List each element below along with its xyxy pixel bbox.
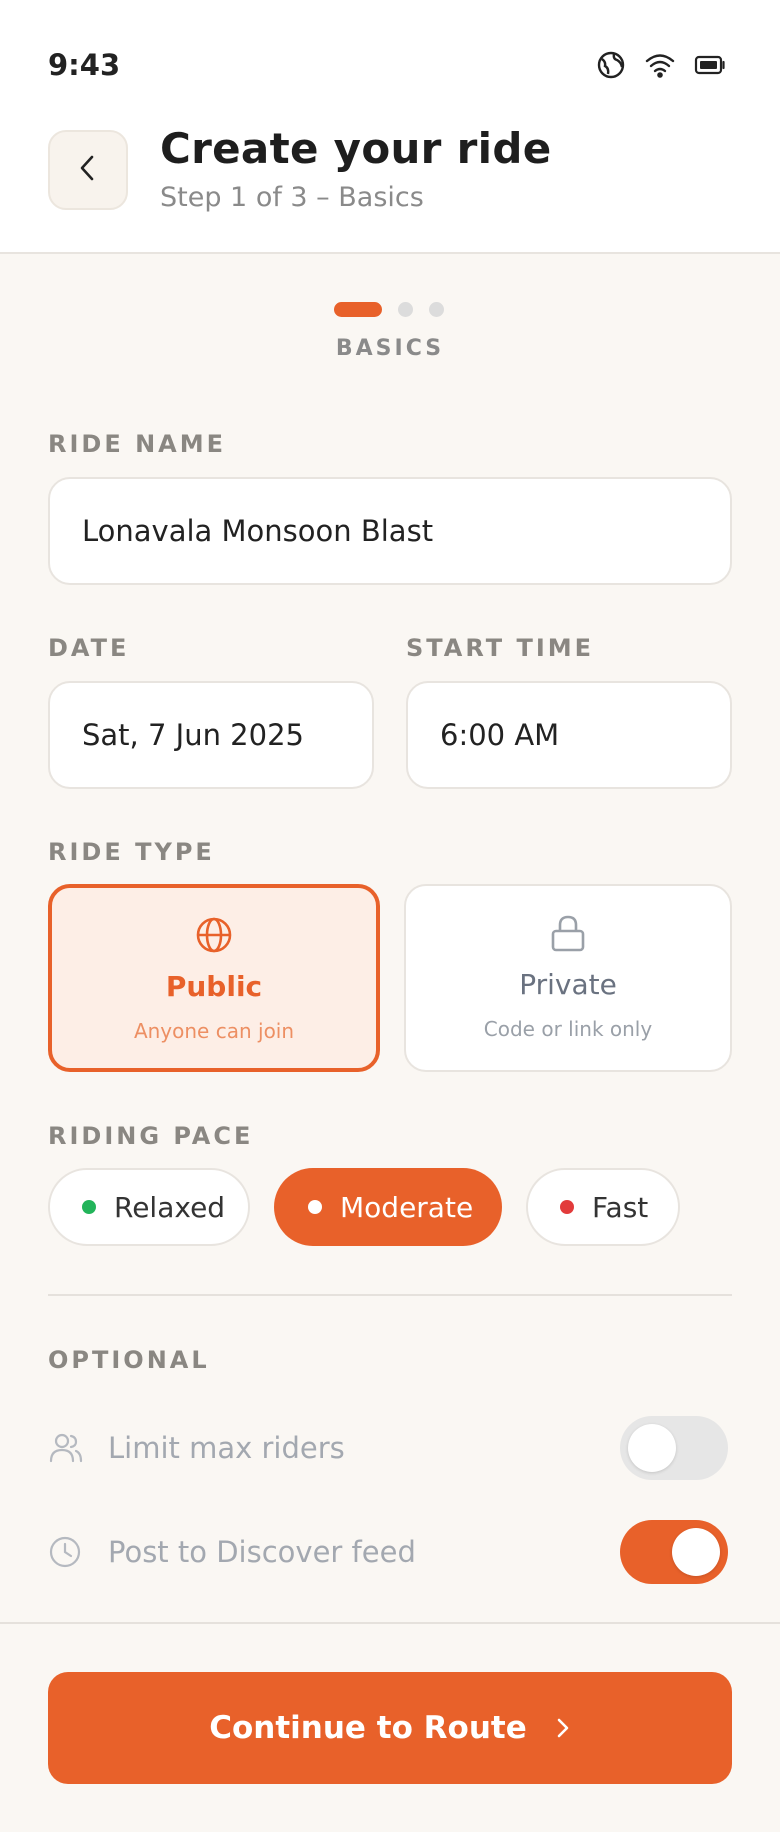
ride-name-label: RIDE NAME	[48, 430, 227, 458]
ride-type-public-name: Public	[165, 970, 263, 1003]
ride-type-private-desc: Code or link only	[483, 1017, 653, 1041]
pace-moderate-label: Moderate	[340, 1190, 474, 1224]
pace-relaxed[interactable]: Relaxed	[48, 1168, 250, 1246]
page-header: Create your ride Step 1 of 3 – Basics	[0, 110, 780, 254]
start-time-field[interactable]: 6:00 AM	[406, 681, 732, 789]
riding-pace-label: RIDING PACE	[48, 1122, 254, 1150]
globe-icon	[596, 50, 626, 80]
optional-label: OPTIONAL	[48, 1346, 210, 1374]
pace-moderate[interactable]: Moderate	[274, 1168, 502, 1246]
step-label: BASICS	[335, 336, 445, 361]
option-limit-max-riders: Limit max riders	[48, 1416, 732, 1480]
status-icons	[596, 50, 726, 80]
date-value: Sat, 7 Jun 2025	[82, 718, 304, 752]
status-bar: 9:43	[0, 0, 780, 110]
start-time-value: 6:00 AM	[440, 718, 560, 752]
globe-icon	[194, 914, 234, 956]
users-icon	[48, 1431, 86, 1465]
pace-fast-dot	[560, 1200, 574, 1214]
pace-moderate-dot	[308, 1200, 322, 1214]
step-indicator-2	[398, 302, 413, 317]
battery-icon	[694, 54, 726, 76]
limit-max-riders-toggle[interactable]	[620, 1416, 728, 1480]
ride-type-label: RIDE TYPE	[48, 838, 215, 866]
continue-button-label: Continue to Route	[209, 1710, 527, 1746]
footer: Continue to Route	[0, 1622, 780, 1832]
option-post-to-discover: Post to Discover feed	[48, 1520, 732, 1584]
option-limit-max-riders-label: Limit max riders	[108, 1431, 345, 1465]
ride-type-public-desc: Anyone can join	[133, 1019, 295, 1043]
page-title: Create your ride	[160, 124, 552, 173]
chevron-left-icon	[75, 153, 101, 187]
toggle-knob	[628, 1424, 676, 1472]
wifi-icon	[644, 52, 676, 78]
status-time: 9:43	[48, 48, 121, 82]
back-button[interactable]	[48, 130, 128, 210]
pace-fast-label: Fast	[592, 1190, 649, 1224]
date-label: DATE	[48, 634, 130, 662]
pace-relaxed-dot	[82, 1200, 96, 1214]
chevron-right-icon	[555, 1716, 571, 1740]
post-to-discover-toggle[interactable]	[620, 1520, 728, 1584]
ride-type-private-name: Private	[519, 968, 617, 1001]
step-progress	[334, 302, 444, 317]
ride-name-value: Lonavala Monsoon Blast	[82, 514, 434, 548]
ride-type-private[interactable]: Private Code or link only	[404, 884, 732, 1072]
section-divider	[48, 1294, 732, 1296]
pace-fast[interactable]: Fast	[526, 1168, 680, 1246]
ride-name-input[interactable]: Lonavala Monsoon Blast	[48, 477, 732, 585]
lock-icon	[550, 912, 586, 954]
option-post-to-discover-label: Post to Discover feed	[108, 1535, 416, 1569]
clock-icon	[48, 1535, 86, 1569]
pace-relaxed-label: Relaxed	[114, 1190, 226, 1224]
toggle-knob	[672, 1528, 720, 1576]
step-indicator-1	[334, 302, 382, 317]
step-indicator-3	[429, 302, 444, 317]
start-time-label: START TIME	[406, 634, 595, 662]
continue-to-route-button[interactable]: Continue to Route	[48, 1672, 732, 1784]
date-field[interactable]: Sat, 7 Jun 2025	[48, 681, 374, 789]
page-subtitle: Step 1 of 3 – Basics	[160, 182, 424, 213]
ride-type-public[interactable]: Public Anyone can join	[48, 884, 380, 1072]
